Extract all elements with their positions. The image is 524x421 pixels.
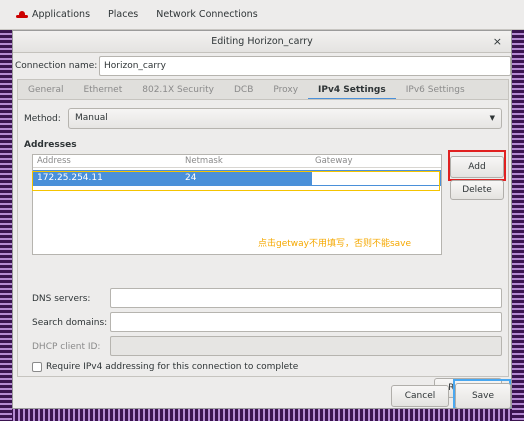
- save-button[interactable]: Save: [455, 383, 511, 408]
- connection-name-row: Connection name: Horizon_carry: [13, 55, 511, 77]
- edit-connection-dialog: Editing Horizon_carry × Connection name:…: [12, 30, 512, 409]
- ipv4-settings-panel: Method: Manual ▼ Addresses Address Netma…: [17, 99, 509, 398]
- dialog-title: Editing Horizon_carry: [211, 36, 313, 47]
- close-icon[interactable]: ×: [493, 31, 502, 53]
- tab-8021x-security[interactable]: 802.1X Security: [132, 80, 224, 100]
- gateway-note-annotation: 点击getway不用填写，否则不能save: [258, 239, 412, 249]
- places-menu[interactable]: Places: [108, 9, 138, 20]
- search-domains-label: Search domains:: [32, 318, 108, 328]
- row-highlight-annotation: [32, 171, 440, 191]
- method-label: Method:: [24, 114, 61, 124]
- tab-ipv4-settings[interactable]: IPv4 Settings: [308, 80, 396, 100]
- tab-proxy[interactable]: Proxy: [263, 80, 308, 100]
- dhcp-client-id-input: [110, 336, 502, 356]
- column-header-address: Address: [37, 156, 71, 166]
- dns-servers-label: DNS servers:: [32, 294, 91, 304]
- connection-name-input[interactable]: Horizon_carry: [99, 56, 511, 76]
- gnome-top-bar: Applications Places Network Connections: [0, 0, 524, 30]
- tab-ethernet[interactable]: Ethernet: [73, 80, 132, 100]
- applications-menu[interactable]: Applications: [16, 9, 90, 20]
- dialog-titlebar: Editing Horizon_carry ×: [13, 31, 511, 53]
- tab-ipv6-settings[interactable]: IPv6 Settings: [396, 80, 475, 100]
- frame-decoration-right: [512, 30, 524, 421]
- frame-decoration-left: [0, 30, 12, 421]
- applications-label: Applications: [32, 9, 91, 20]
- frame-decoration-bottom: [0, 409, 524, 421]
- settings-tabs: General Ethernet 802.1X Security DCB Pro…: [17, 79, 509, 100]
- addresses-heading: Addresses: [24, 140, 77, 150]
- addresses-table-header: Address Netmask Gateway: [33, 155, 441, 168]
- tab-general[interactable]: General: [18, 80, 73, 100]
- cancel-button[interactable]: Cancel: [391, 385, 449, 407]
- search-domains-input[interactable]: [110, 312, 502, 332]
- method-value: Manual: [75, 113, 108, 123]
- dns-servers-input[interactable]: [110, 288, 502, 308]
- delete-address-button[interactable]: Delete: [450, 180, 504, 200]
- redhat-logo-icon: [16, 10, 28, 19]
- connection-name-label: Connection name:: [15, 61, 98, 71]
- add-address-button[interactable]: Add: [450, 156, 504, 178]
- require-ipv4-checkbox[interactable]: [32, 362, 42, 372]
- tab-dcb[interactable]: DCB: [224, 80, 263, 100]
- method-select[interactable]: Manual ▼: [68, 108, 502, 129]
- column-header-netmask: Netmask: [185, 156, 223, 166]
- require-ipv4-label: Require IPv4 addressing for this connect…: [46, 362, 299, 372]
- require-ipv4-row[interactable]: Require IPv4 addressing for this connect…: [32, 362, 298, 372]
- dhcp-client-id-label: DHCP client ID:: [32, 342, 101, 352]
- dropdown-arrow-icon: ▼: [489, 114, 495, 122]
- network-connections-menu[interactable]: Network Connections: [156, 9, 257, 20]
- column-header-gateway: Gateway: [315, 156, 353, 166]
